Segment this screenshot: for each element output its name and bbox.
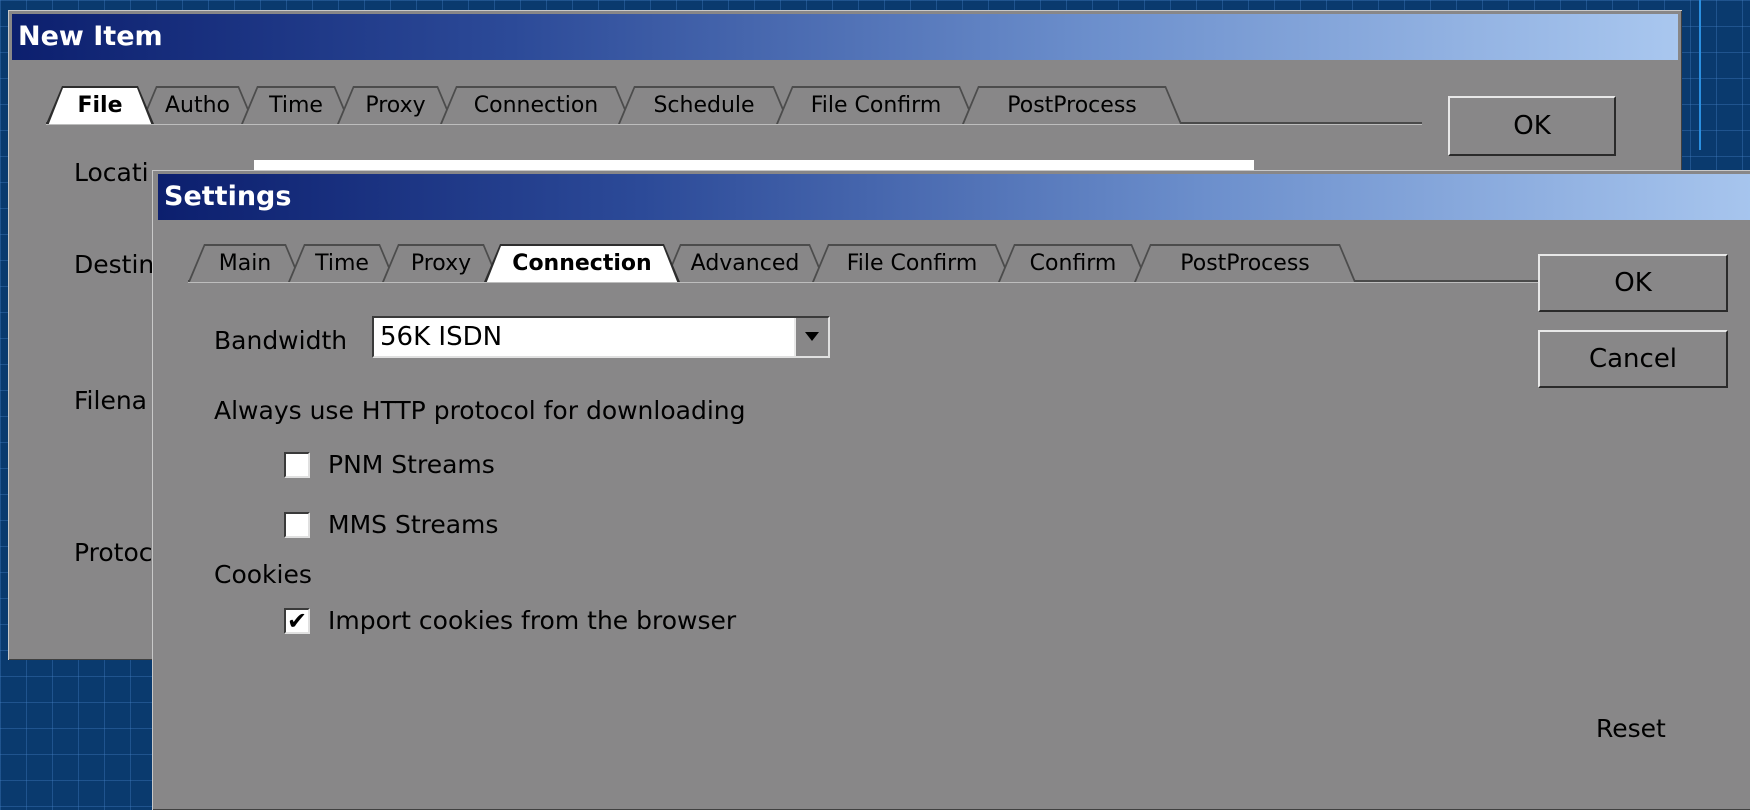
new-item-titlebar[interactable]: New Item [12,14,1678,60]
new-item-ok-button[interactable]: OK [1448,96,1616,156]
cookies-label: Cookies [214,560,312,589]
settings-titlebar[interactable]: Settings [158,174,1750,220]
tab-file-confirm[interactable]: File Confirm [812,244,1012,282]
bandwidth-select[interactable]: 56K ISDN [372,316,830,358]
location-label: Locati [74,158,149,187]
mms-streams-checkbox[interactable] [284,512,310,538]
desktop-decoration [1699,0,1701,150]
destination-label: Destin [74,250,155,279]
settings-cancel-button[interactable]: Cancel [1538,330,1728,388]
tab-proxy[interactable]: Proxy [382,244,500,282]
protocol-label: Protoc [74,538,153,567]
http-section-label: Always use HTTP protocol for downloading [214,396,746,425]
tab-schedule[interactable]: Schedule [618,86,790,124]
tab-proxy[interactable]: Proxy [337,86,454,124]
tab-postprocess[interactable]: PostProcess [1134,244,1356,282]
mms-streams-label: MMS Streams [328,510,499,539]
tab-connection[interactable]: Connection [440,86,632,124]
filename-label: Filena [74,386,147,415]
settings-tab-row: Main Time Proxy Connection Advanced File… [188,244,1548,282]
tab-file-confirm[interactable]: File Confirm [776,86,976,124]
bandwidth-value: 56K ISDN [380,322,503,352]
pnm-streams-label: PNM Streams [328,450,495,479]
tab-time[interactable]: Time [241,86,351,124]
import-cookies-checkbox[interactable]: ✔ [284,608,310,634]
settings-window: Settings Main Time Proxy Connection Adva… [152,170,1750,810]
tab-advanced[interactable]: Advanced [664,244,826,282]
tab-file[interactable]: File [46,86,154,124]
tab-connection[interactable]: Connection [484,244,680,282]
import-cookies-label: Import cookies from the browser [328,606,737,635]
settings-ok-button[interactable]: OK [1538,254,1728,312]
tab-confirm[interactable]: Confirm [998,244,1148,282]
chevron-down-icon[interactable] [794,318,828,356]
location-input[interactable] [254,160,1254,170]
tab-time[interactable]: Time [288,244,396,282]
bandwidth-label: Bandwidth [214,326,348,355]
pnm-streams-checkbox[interactable] [284,452,310,478]
tab-autho[interactable]: Autho [140,86,255,124]
checkmark-icon: ✔ [286,607,308,635]
tab-main[interactable]: Main [188,244,302,282]
new-item-tab-row: File Autho Time Proxy Connection Schedul… [46,86,1422,124]
tab-postprocess[interactable]: PostProcess [962,86,1182,124]
reset-link[interactable]: Reset [1596,714,1666,743]
